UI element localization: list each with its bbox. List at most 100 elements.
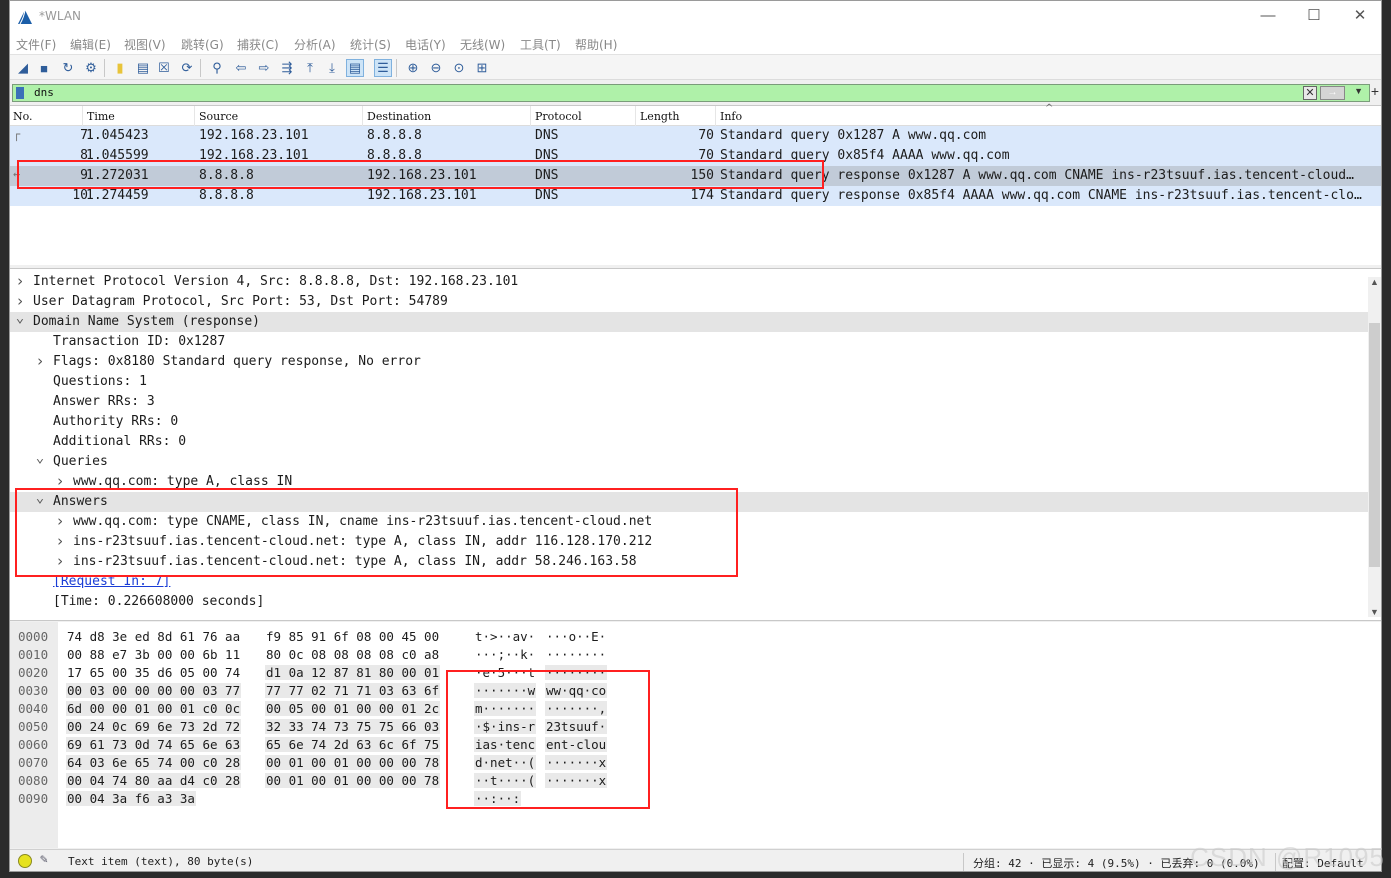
reload-icon[interactable]: ⟳ [178, 59, 196, 77]
details-row[interactable]: › Internet Protocol Version 4, Src: 8.8.8… [10, 272, 1381, 292]
zoom-in-icon[interactable]: ⊕ [404, 59, 422, 77]
col-protocol[interactable]: Protocol [535, 110, 582, 123]
hex-bytes[interactable]: 64 03 6e 65 74 00 c0 28 [66, 755, 242, 770]
byte-offset[interactable]: 0070 [18, 755, 48, 770]
hex-bytes[interactable]: 00 24 0c 69 6e 73 2d 72 [66, 719, 242, 734]
column-divider[interactable] [362, 106, 363, 126]
ascii-bytes[interactable]: ···o··E· [545, 629, 607, 644]
go-back-icon[interactable]: ⇦ [232, 59, 250, 77]
column-divider[interactable] [82, 106, 83, 126]
packet-row[interactable]: 10 1.274459 8.8.8.8 192.168.23.101 DNS 174 Sta… [10, 186, 1381, 206]
maximize-button[interactable]: ☐ [1292, 4, 1336, 28]
collapsed-chevron-icon[interactable]: › [14, 292, 26, 310]
menu-item[interactable]: 电话(Y) [405, 36, 446, 53]
details-row[interactable]: › Flags: 0x8180 Standard query response, … [10, 352, 1381, 372]
scroll-up-icon[interactable]: ▲ [1368, 277, 1381, 287]
autoscroll-icon[interactable]: ▤ [346, 59, 364, 77]
go-to-packet-icon[interactable]: ⇶ [278, 59, 296, 77]
col-no[interactable]: No. [13, 110, 33, 123]
hex-bytes[interactable]: 77 77 02 71 71 03 63 6f [265, 683, 441, 698]
byte-offset[interactable]: 0040 [18, 701, 48, 716]
col-info[interactable]: Info [720, 110, 742, 123]
hex-bytes[interactable]: 00 03 00 00 00 00 03 77 [66, 683, 242, 698]
byte-offset[interactable]: 0080 [18, 773, 48, 788]
hex-bytes[interactable]: 65 6e 74 2d 63 6c 6f 75 [265, 737, 441, 752]
scroll-down-icon[interactable]: ▼ [1368, 607, 1381, 617]
details-row[interactable]: ⌄ Queries [10, 450, 1381, 472]
filter-history-dropdown-icon[interactable]: ▼ [1354, 86, 1363, 96]
add-filter-button[interactable]: + [1371, 83, 1379, 99]
col-length[interactable]: Length [640, 110, 679, 123]
hex-bytes[interactable]: 00 88 e7 3b 00 00 6b 11 [66, 647, 241, 662]
hex-bytes[interactable]: 00 01 00 01 00 00 00 78 [265, 755, 441, 770]
ascii-bytes[interactable]: ········ [545, 647, 607, 662]
hex-bytes[interactable]: 00 05 00 01 00 00 01 2c [265, 701, 441, 716]
display-filter-input[interactable]: dns ✕ → ▼ [12, 84, 1370, 102]
stop-icon[interactable]: ■ [35, 59, 53, 77]
byte-offset[interactable]: 0020 [18, 665, 48, 680]
byte-offset[interactable]: 0030 [18, 683, 48, 698]
normal-size-icon[interactable]: ⊙ [450, 59, 468, 77]
menu-item[interactable]: 文件(F) [16, 36, 56, 53]
column-divider[interactable] [530, 106, 531, 126]
collapsed-chevron-icon[interactable]: › [14, 272, 26, 290]
expanded-chevron-icon[interactable]: ⌄ [34, 450, 46, 466]
clear-filter-button[interactable]: ✕ [1303, 86, 1317, 100]
menu-item[interactable]: 统计(S) [350, 36, 391, 53]
close-button[interactable]: ✕ [1338, 4, 1381, 28]
ascii-bytes[interactable]: ···;··k· [474, 647, 536, 662]
hex-bytes[interactable]: 00 01 00 01 00 00 00 78 [265, 773, 441, 788]
save-icon[interactable]: ▤ [134, 59, 152, 77]
filter-text[interactable]: dns [34, 86, 54, 99]
col-time[interactable]: Time [87, 110, 115, 123]
hex-bytes[interactable]: 00 04 74 80 aa d4 c0 28 [66, 773, 242, 788]
hex-bytes[interactable]: 17 65 00 35 d6 05 00 74 [66, 665, 241, 680]
hex-bytes[interactable]: f9 85 91 6f 08 00 45 00 [265, 629, 440, 644]
filter-bookmark-icon[interactable] [16, 87, 24, 99]
column-divider[interactable] [194, 106, 195, 126]
menu-item[interactable]: 分析(A) [294, 36, 336, 53]
details-scrollbar[interactable]: ▲ ▼ [1368, 277, 1381, 617]
resize-columns-icon[interactable]: ⊞ [473, 59, 491, 77]
col-destination[interactable]: Destination [367, 110, 431, 123]
close-file-icon[interactable]: ☒ [155, 59, 173, 77]
hex-bytes[interactable]: 6d 00 00 01 00 01 c0 0c [66, 701, 242, 716]
hex-bytes[interactable]: 00 04 3a f6 a3 3a [66, 791, 196, 806]
capture-comment-icon[interactable]: ✎ [40, 852, 48, 867]
menu-item[interactable]: 帮助(H) [575, 36, 617, 53]
byte-offset[interactable]: 0090 [18, 791, 48, 806]
collapsed-chevron-icon[interactable]: › [34, 352, 46, 370]
hex-bytes[interactable]: 69 61 73 0d 74 65 6e 63 [66, 737, 242, 752]
expanded-chevron-icon[interactable]: ⌄ [14, 310, 26, 326]
expert-info-icon[interactable] [18, 854, 32, 868]
packet-row[interactable]: 7 1.045423 192.168.23.101 8.8.8.8 DNS 70 Stand… [10, 126, 1381, 146]
details-row[interactable]: Answer RRs: 3 [10, 392, 1381, 412]
hex-bytes[interactable]: 80 0c 08 08 08 08 c0 a8 [265, 647, 440, 662]
first-packet-icon[interactable]: ⤒ [301, 59, 319, 77]
menu-item[interactable]: 工具(T) [520, 36, 561, 53]
column-divider[interactable] [715, 106, 716, 126]
hex-bytes[interactable]: d1 0a 12 87 81 80 00 01 [265, 665, 441, 680]
menu-item[interactable]: 编辑(E) [70, 36, 111, 53]
menu-item[interactable]: 无线(W) [460, 36, 505, 53]
byte-offset[interactable]: 0060 [18, 737, 48, 752]
menu-item[interactable]: 捕获(C) [237, 36, 279, 53]
open-folder-icon[interactable]: ▮ [111, 59, 129, 77]
zoom-out-icon[interactable]: ⊖ [427, 59, 445, 77]
scrollbar-thumb[interactable] [1369, 323, 1380, 567]
col-source[interactable]: Source [199, 110, 238, 123]
details-row[interactable]: Questions: 1 [10, 372, 1381, 392]
find-icon[interactable]: ⚲ [208, 59, 226, 77]
restart-icon[interactable]: ↻ [59, 59, 77, 77]
column-divider[interactable] [635, 106, 636, 126]
apply-filter-button[interactable]: → [1320, 86, 1345, 100]
last-packet-icon[interactable]: ⤓ [323, 59, 341, 77]
byte-offset[interactable]: 0010 [18, 647, 48, 662]
details-row[interactable]: Authority RRs: 0 [10, 412, 1381, 432]
colorize-icon[interactable]: ☰ [374, 59, 392, 77]
details-row[interactable]: › User Datagram Protocol, Src Port: 53, D… [10, 292, 1381, 312]
go-forward-icon[interactable]: ⇨ [255, 59, 273, 77]
options-gear-icon[interactable]: ⚙ [82, 59, 100, 77]
ascii-bytes[interactable]: t·>··av· [474, 629, 536, 644]
shark-fin-start-icon[interactable]: ◢ [14, 59, 32, 77]
